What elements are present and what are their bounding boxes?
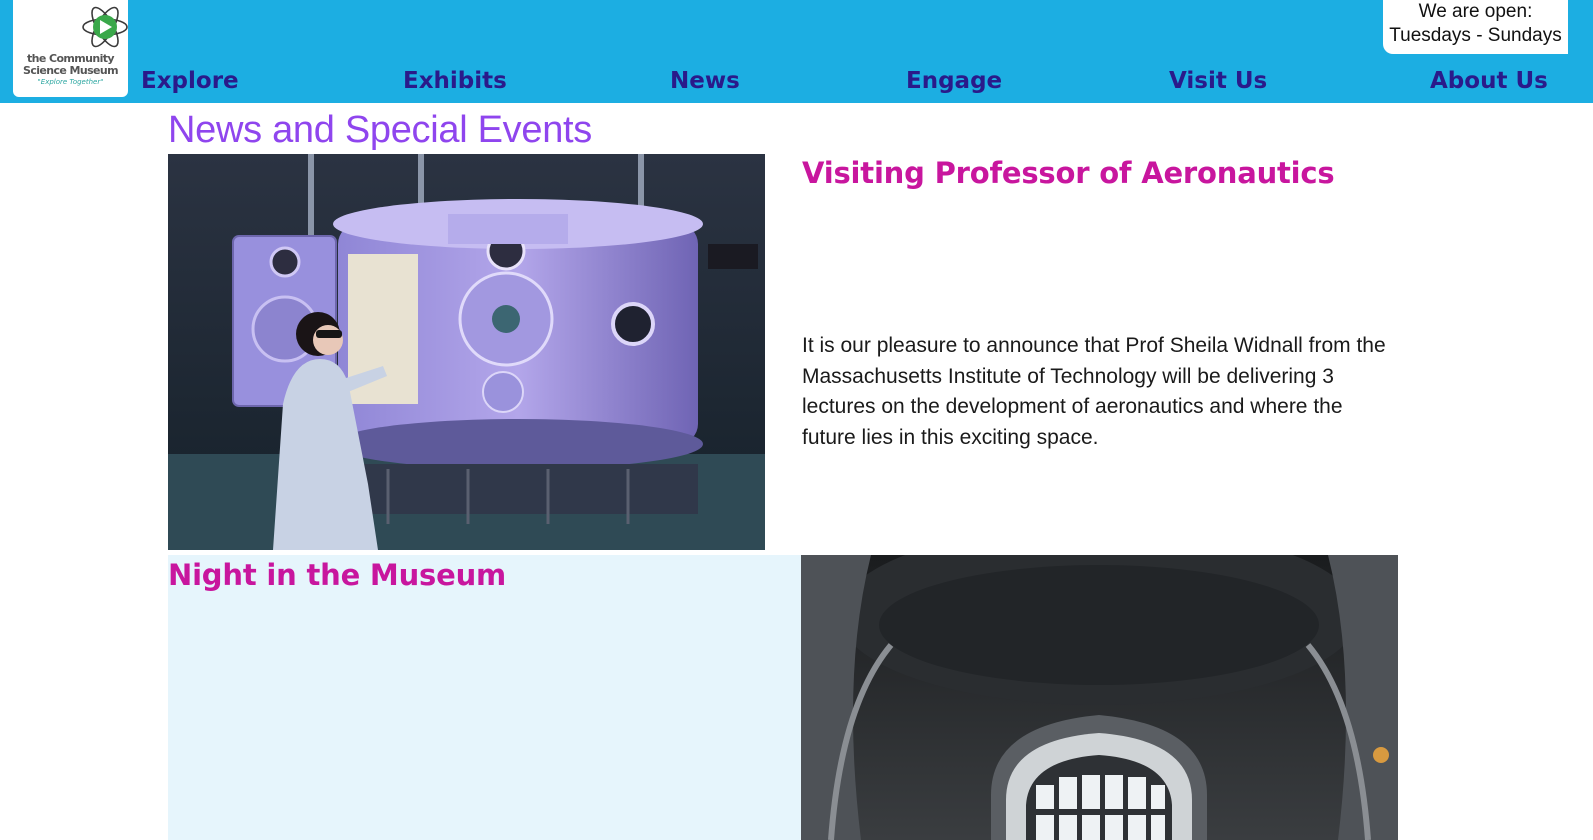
story-title-aeronautics[interactable]: Visiting Professor of Aeronautics	[802, 154, 1335, 192]
story-image-lab	[168, 154, 765, 550]
logo-tagline: "Explore Together"	[37, 78, 104, 86]
story-title-night-museum[interactable]: Night in the Museum	[168, 556, 506, 594]
nav-about-us[interactable]: About Us	[1430, 66, 1548, 96]
atom-icon	[82, 6, 128, 48]
site-header: the Community Science Museum "Explore To…	[0, 0, 1593, 103]
nav-engage[interactable]: Engage	[906, 66, 1002, 96]
logo-name-line2: Science Museum	[23, 64, 119, 77]
opening-hours-line1: We are open:	[1418, 1, 1533, 22]
story-image-museum-hall	[801, 555, 1398, 840]
opening-hours-badge: We are open: Tuesdays - Sundays	[1383, 0, 1568, 54]
story-body-aeronautics: It is our pleasure to announce that Prof…	[802, 334, 1386, 449]
museum-logo[interactable]: the Community Science Museum "Explore To…	[13, 0, 128, 97]
nav-news[interactable]: News	[670, 66, 740, 96]
opening-hours-line2: Tuesdays - Sundays	[1389, 25, 1562, 46]
nav-exhibits[interactable]: Exhibits	[403, 66, 507, 96]
nav-visit-us[interactable]: Visit Us	[1169, 66, 1267, 96]
page-title: News and Special Events	[168, 109, 592, 151]
story-panel-night-museum	[168, 555, 801, 840]
nav-explore[interactable]: Explore	[141, 66, 239, 96]
